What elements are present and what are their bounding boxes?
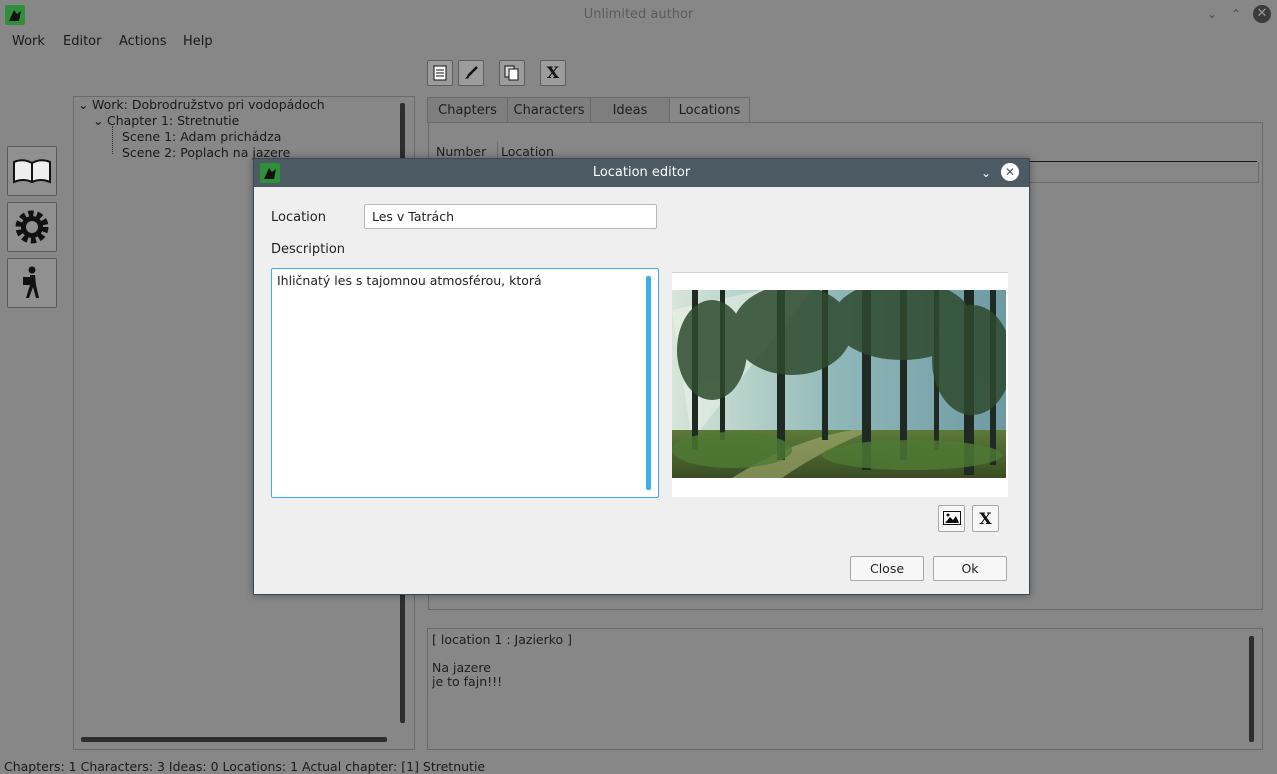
- dialog-title: Location editor: [592, 165, 691, 180]
- tree-item-chapter[interactable]: Chapter 1: Stretnutie: [107, 113, 239, 128]
- tree-toggle-icon[interactable]: ⌄: [78, 97, 88, 112]
- gear-icon: [15, 210, 49, 244]
- location-editor-dialog: Location editor ⌄ ✕ Location Description…: [253, 158, 1030, 595]
- description-label: Description: [271, 242, 346, 257]
- forest-image: [672, 290, 1006, 478]
- preview-header: [ location 1 : Jazierko ]: [432, 632, 573, 647]
- column-header-number[interactable]: Number: [436, 144, 486, 159]
- close-button[interactable]: Close: [850, 556, 924, 581]
- tree-horizontal-scrollbar[interactable]: [81, 737, 387, 742]
- clear-icon[interactable]: X: [540, 60, 566, 86]
- location-label: Location: [271, 210, 326, 225]
- minimize-icon[interactable]: ⌄: [1204, 6, 1220, 22]
- window-title: Unlimited author: [583, 7, 694, 22]
- dialog-minimize-icon[interactable]: ⌄: [978, 164, 994, 182]
- clear-image-button[interactable]: X: [972, 505, 999, 532]
- ok-button[interactable]: Ok: [933, 556, 1007, 581]
- image-icon: [942, 511, 961, 525]
- tab-locations[interactable]: Locations: [669, 97, 750, 123]
- window-close-icon[interactable]: ✕: [1253, 5, 1271, 23]
- settings-button[interactable]: [7, 202, 57, 252]
- load-image-button[interactable]: [938, 505, 965, 532]
- copy-icon: [504, 65, 519, 81]
- description-textarea[interactable]: Ihličnatý les s tajomnou atmosférou, kto…: [271, 268, 659, 498]
- walker-icon: [23, 266, 39, 298]
- tab-characters[interactable]: Characters: [507, 97, 591, 123]
- tree-guide: [112, 126, 114, 154]
- book-icon: [13, 159, 51, 184]
- document-icon: [433, 65, 447, 81]
- dialog-close-icon[interactable]: ✕: [1001, 163, 1019, 181]
- column-header-location[interactable]: Location: [501, 144, 554, 159]
- tree-toggle-icon[interactable]: ⌄: [93, 113, 103, 128]
- dialog-titlebar: Location editor ⌄ ✕: [254, 159, 1029, 187]
- menu-editor[interactable]: Editor: [63, 34, 101, 49]
- new-document-button[interactable]: [427, 60, 453, 86]
- character-button[interactable]: [7, 258, 57, 308]
- menu-help[interactable]: Help: [183, 34, 213, 49]
- menu-work[interactable]: Work: [12, 34, 45, 49]
- tab-ideas[interactable]: Ideas: [590, 97, 670, 123]
- menu-actions[interactable]: Actions: [119, 34, 167, 49]
- description-scrollbar[interactable]: [646, 276, 651, 490]
- preview-line: je to fajn!!!: [432, 674, 503, 689]
- window-titlebar: Unlimited author ⌄ ⌃ ✕: [0, 0, 1277, 28]
- status-bar: Chapters: 1 Characters: 3 Ideas: 0 Locat…: [4, 759, 486, 774]
- maximize-icon[interactable]: ⌃: [1228, 6, 1244, 22]
- edit-button[interactable]: [458, 60, 484, 86]
- location-input[interactable]: [364, 204, 657, 229]
- tab-chapters[interactable]: Chapters: [427, 97, 508, 123]
- tree-item-scene[interactable]: Scene 1: Adam prichádza: [122, 129, 281, 144]
- tree-item-work[interactable]: Work: Dobrodružstvo pri vodopádoch: [92, 97, 325, 112]
- preview-line: Na jazere: [432, 660, 491, 675]
- copy-button[interactable]: [499, 60, 525, 86]
- brush-icon: [465, 66, 478, 79]
- preview-scrollbar[interactable]: [1249, 636, 1254, 742]
- work-button[interactable]: [7, 146, 57, 196]
